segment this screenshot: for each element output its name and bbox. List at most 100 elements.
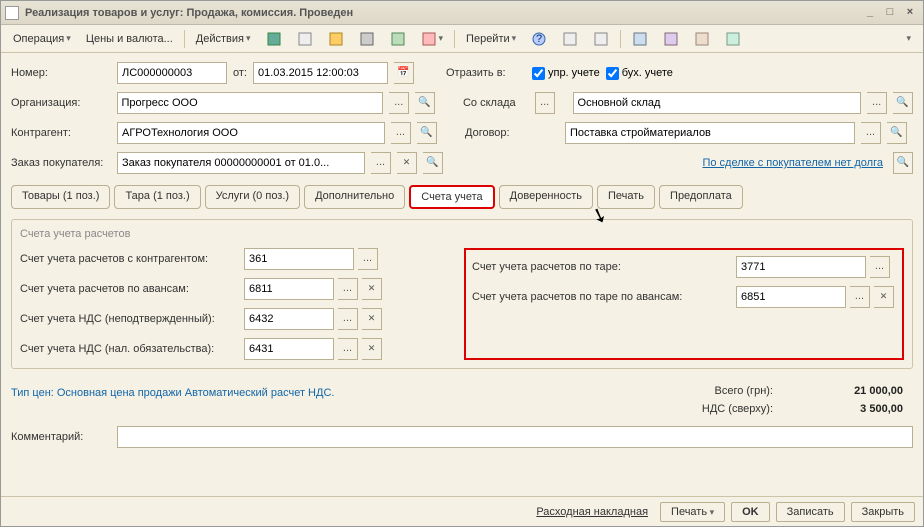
tab-proxy[interactable]: Доверенность [499, 185, 593, 209]
vat-value: 3 500,00 [813, 403, 903, 415]
tab-prepay[interactable]: Предоплата [659, 185, 743, 209]
acc-vat1-label: Счет учета НДС (неподтвержденный): [20, 313, 240, 325]
toolbar: Операция Цены и валюта... Действия Перей… [1, 25, 923, 53]
toolbar-icon-2[interactable] [291, 28, 319, 50]
contract-input[interactable] [565, 122, 855, 144]
acc-advance-input[interactable] [244, 278, 334, 300]
total-label: Всего (грн): [715, 385, 774, 397]
toolbar-icon-1[interactable] [260, 28, 288, 50]
print-button[interactable]: Печать [660, 502, 725, 522]
comment-label: Комментарий: [11, 431, 111, 443]
tare-accounts-highlight: Счет учета расчетов по таре: Счет учета … [464, 248, 904, 360]
operation-menu[interactable]: Операция [7, 30, 77, 48]
toolbar-icon-12[interactable] [719, 28, 747, 50]
calendar-button[interactable] [394, 62, 414, 84]
vat-label: НДС (сверху): [702, 403, 773, 415]
acc-vat2-input[interactable] [244, 338, 334, 360]
tab-services[interactable]: Услуги (0 поз.) [205, 185, 300, 209]
toolbar-icon-4[interactable] [353, 28, 381, 50]
buh-checkbox[interactable]: бух. учете [606, 67, 673, 80]
toolbar-icon-8[interactable] [587, 28, 615, 50]
number-label: Номер: [11, 67, 111, 79]
toolbar-more[interactable] [900, 30, 917, 47]
contract-select-button[interactable] [861, 122, 881, 144]
total-value: 21 000,00 [813, 385, 903, 397]
help-icon[interactable]: ? [525, 28, 553, 50]
acc-vat1-select[interactable] [338, 308, 358, 330]
acc-tare-label: Счет учета расчетов по таре: [472, 261, 732, 273]
org-input[interactable] [117, 92, 384, 114]
order-label: Заказ покупателя: [11, 157, 111, 169]
acc-vat2-label: Счет учета НДС (нал. обязательства): [20, 343, 240, 355]
order-lookup-button[interactable] [423, 152, 443, 174]
acc-tare-adv-input[interactable] [736, 286, 846, 308]
toolbar-icon-7[interactable] [556, 28, 584, 50]
separator [620, 30, 621, 48]
window-title: Реализация товаров и услуг: Продажа, ком… [25, 7, 859, 19]
close-button[interactable]: × [901, 5, 919, 21]
toolbar-icon-11[interactable] [688, 28, 716, 50]
acc-vat2-clear[interactable] [362, 338, 382, 360]
tab-additional[interactable]: Дополнительно [304, 185, 405, 209]
counterparty-lookup-button[interactable] [417, 122, 437, 144]
upr-checkbox[interactable]: упр. учете [532, 67, 600, 80]
bottom-bar: Расходная накладная Печать OK Записать З… [1, 496, 923, 526]
reflect-label: Отразить в: [446, 67, 526, 79]
minimize-button[interactable]: _ [861, 5, 879, 21]
toolbar-icon-3[interactable] [322, 28, 350, 50]
deal-lookup-button[interactable] [893, 152, 913, 174]
warehouse-lookup-button[interactable] [893, 92, 913, 114]
maximize-button[interactable]: □ [881, 5, 899, 21]
content-area: Номер: от: Отразить в: упр. учете бух. у… [1, 53, 923, 496]
order-clear-button[interactable] [397, 152, 417, 174]
price-type-link[interactable]: Тип цен: Основная цена продажи Автоматич… [11, 387, 334, 399]
ok-button[interactable]: OK [731, 502, 770, 522]
goto-menu[interactable]: Перейти [460, 30, 522, 48]
acc-vat2-select[interactable] [338, 338, 358, 360]
comment-input[interactable] [117, 426, 913, 448]
main-window: Реализация товаров и услуг: Продажа, ком… [0, 0, 924, 527]
tab-goods[interactable]: Товары (1 поз.) [11, 185, 110, 209]
separator [454, 30, 455, 48]
toolbar-icon-9[interactable] [626, 28, 654, 50]
actions-menu[interactable]: Действия [190, 30, 257, 48]
counterparty-input[interactable] [117, 122, 385, 144]
close-form-button[interactable]: Закрыть [851, 502, 915, 522]
acc-counter-input[interactable] [244, 248, 354, 270]
acc-vat1-clear[interactable] [362, 308, 382, 330]
number-input[interactable] [117, 62, 227, 84]
deal-link[interactable]: По сделке с покупателем нет долга [702, 157, 883, 169]
org-label: Организация: [11, 97, 111, 109]
date-input[interactable] [253, 62, 388, 84]
acc-vat1-input[interactable] [244, 308, 334, 330]
save-button[interactable]: Записать [776, 502, 845, 522]
acc-tare-input[interactable] [736, 256, 866, 278]
acc-advance-select[interactable] [338, 278, 358, 300]
acc-counter-label: Счет учета расчетов с контрагентом: [20, 253, 240, 265]
tab-accounts[interactable]: Счета учета [409, 185, 494, 209]
contract-lookup-button[interactable] [887, 122, 907, 144]
totals: Всего (грн): 21 000,00 НДС (сверху): 3 5… [702, 385, 913, 415]
toolbar-icon-5[interactable] [384, 28, 412, 50]
acc-advance-clear[interactable] [362, 278, 382, 300]
counterparty-select-button[interactable] [391, 122, 411, 144]
acc-tare-adv-select[interactable] [850, 286, 870, 308]
order-select-button[interactable] [371, 152, 391, 174]
org-select-button[interactable] [389, 92, 409, 114]
warehouse-select-button[interactable] [867, 92, 887, 114]
group-title: Счета учета расчетов [20, 228, 904, 240]
toolbar-icon-10[interactable] [657, 28, 685, 50]
invoice-link[interactable]: Расходная накладная [536, 506, 648, 518]
acc-counter-select[interactable] [358, 248, 378, 270]
prices-button[interactable]: Цены и валюта... [80, 30, 179, 48]
warehouse-input[interactable] [573, 92, 862, 114]
titlebar: Реализация товаров и услуг: Продажа, ком… [1, 1, 923, 25]
org-lookup-button[interactable] [415, 92, 435, 114]
acc-tare-adv-clear[interactable] [874, 286, 894, 308]
toolbar-icon-6[interactable] [415, 28, 450, 50]
order-input[interactable] [117, 152, 365, 174]
tab-tare[interactable]: Тара (1 поз.) [114, 185, 200, 209]
acc-tare-select[interactable] [870, 256, 890, 278]
tabs: Товары (1 поз.) Тара (1 поз.) Услуги (0 … [11, 185, 913, 209]
warehouse-type-button[interactable] [535, 92, 555, 114]
